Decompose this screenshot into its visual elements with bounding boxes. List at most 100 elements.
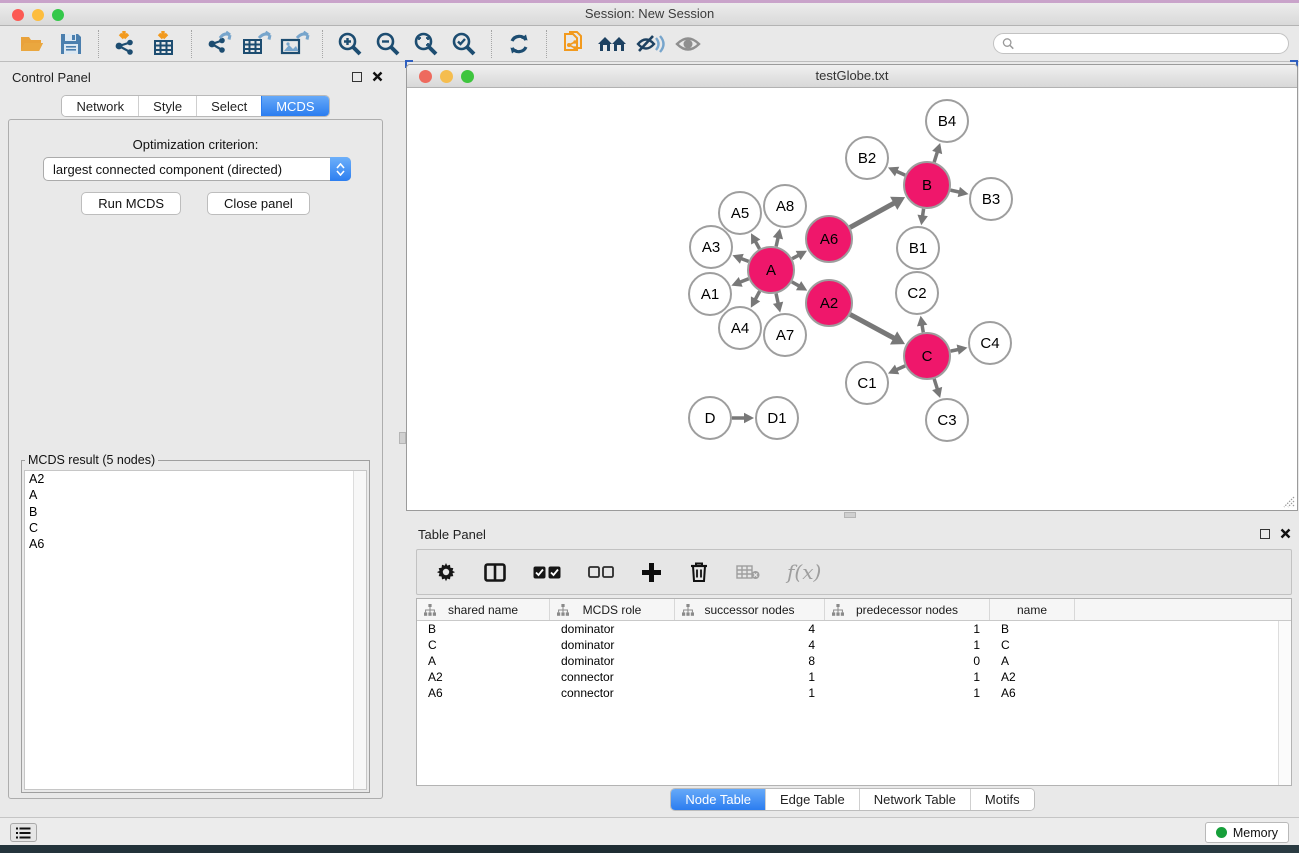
- close-panel-icon[interactable]: [1280, 528, 1291, 539]
- save-icon[interactable]: [52, 29, 90, 59]
- memory-button[interactable]: Memory: [1205, 822, 1289, 843]
- float-panel-icon[interactable]: [352, 72, 362, 82]
- run-mcds-button[interactable]: Run MCDS: [81, 192, 181, 215]
- split-columns-icon[interactable]: [484, 558, 506, 586]
- export-table-icon[interactable]: [238, 29, 276, 59]
- graph-node-D[interactable]: D: [689, 397, 731, 439]
- table-row[interactable]: Cdominator41C: [417, 637, 1291, 653]
- edge-A6-B[interactable]: [850, 202, 895, 227]
- network-view-window[interactable]: testGlobe.txt B4 B2 B B3 A8 A5 A6 A3 B1 A A1 C2 A2 A4…: [406, 64, 1298, 511]
- tab-node-table[interactable]: Node Table: [671, 789, 765, 810]
- mcds-result-item[interactable]: B: [25, 504, 366, 520]
- zoom-selected-icon[interactable]: [445, 29, 483, 59]
- network-window-titlebar[interactable]: testGlobe.txt: [407, 65, 1297, 88]
- graph-node-B2[interactable]: B2: [846, 137, 888, 179]
- mcds-result-item[interactable]: A2: [25, 471, 366, 487]
- node-label: D1: [767, 410, 786, 427]
- export-network-icon[interactable]: [200, 29, 238, 59]
- refresh-icon[interactable]: [500, 29, 538, 59]
- table-row[interactable]: A6connector11A6: [417, 685, 1291, 701]
- function-builder-icon[interactable]: f(x): [787, 558, 821, 586]
- tab-edge-table[interactable]: Edge Table: [765, 789, 859, 810]
- optimization-criterion-value: largest connected component (directed): [44, 162, 330, 177]
- tab-network-table[interactable]: Network Table: [859, 789, 970, 810]
- horizontal-splitter-grip[interactable]: [844, 512, 856, 518]
- deselect-all-icon[interactable]: [588, 558, 614, 586]
- table-row[interactable]: Adominator80A: [417, 653, 1291, 669]
- window-resize-grip[interactable]: [1282, 495, 1295, 508]
- mcds-result-item[interactable]: A6: [25, 536, 366, 552]
- graph-node-B3[interactable]: B3: [970, 178, 1012, 220]
- column-header-shared-name[interactable]: shared name: [417, 599, 550, 620]
- import-table-icon[interactable]: [145, 29, 183, 59]
- tab-network[interactable]: Network: [62, 96, 138, 116]
- settings-gear-icon[interactable]: [435, 558, 457, 586]
- graph-node-C1[interactable]: C1: [846, 362, 888, 404]
- search-input[interactable]: [1019, 37, 1280, 51]
- graph-node-A2[interactable]: A2: [806, 280, 852, 326]
- column-header-MCDS-role[interactable]: MCDS role: [550, 599, 675, 620]
- table-body[interactable]: Bdominator41BCdominator41CAdominator80AA…: [417, 621, 1291, 701]
- mcds-result-item[interactable]: C: [25, 520, 366, 536]
- import-network-icon[interactable]: [107, 29, 145, 59]
- node-table[interactable]: shared nameMCDS rolesuccessor nodesprede…: [416, 598, 1292, 786]
- search-field[interactable]: [993, 33, 1289, 54]
- show-graphics-details-icon[interactable]: [669, 29, 707, 59]
- graph-node-C3[interactable]: C3: [926, 399, 968, 441]
- delete-column-icon[interactable]: [689, 558, 709, 586]
- close-panel-button[interactable]: Close panel: [207, 192, 310, 215]
- task-history-button[interactable]: [10, 823, 37, 842]
- network-graph[interactable]: B4 B2 B B3 A8 A5 A6 A3 B1 A A1 C2 A2 A4A7 C4 C C1 C3 D D1: [407, 89, 1297, 510]
- column-header-successor-nodes[interactable]: successor nodes: [675, 599, 825, 620]
- graph-node-A1[interactable]: A1: [689, 273, 731, 315]
- graph-node-A5[interactable]: A5: [719, 192, 761, 234]
- edge-A2-C[interactable]: [850, 314, 895, 338]
- zoom-fit-icon[interactable]: [407, 29, 445, 59]
- float-panel-icon[interactable]: [1260, 529, 1270, 539]
- graph-node-C2[interactable]: C2: [896, 272, 938, 314]
- select-all-icon[interactable]: [533, 558, 561, 586]
- graph-node-A[interactable]: A: [748, 247, 794, 293]
- graph-node-C4[interactable]: C4: [969, 322, 1011, 364]
- mcds-result-item[interactable]: A: [25, 487, 366, 503]
- table-row[interactable]: Bdominator41B: [417, 621, 1291, 637]
- tab-style[interactable]: Style: [138, 96, 196, 116]
- node-label: B1: [909, 240, 927, 257]
- tab-motifs[interactable]: Motifs: [970, 789, 1034, 810]
- copy-network-icon[interactable]: [555, 29, 593, 59]
- graph-node-B4[interactable]: B4: [926, 100, 968, 142]
- graph-node-A8[interactable]: A8: [764, 185, 806, 227]
- add-column-icon[interactable]: [641, 558, 662, 586]
- mcds-result-list[interactable]: A2ABCA6: [24, 470, 367, 790]
- graph-node-A4[interactable]: A4: [719, 307, 761, 349]
- two-houses-icon[interactable]: [593, 29, 631, 59]
- network-canvas[interactable]: B4 B2 B B3 A8 A5 A6 A3 B1 A A1 C2 A2 A4A7 C4 C C1 C3 D D1: [407, 89, 1297, 510]
- table-row[interactable]: A2connector11A2: [417, 669, 1291, 685]
- graph-node-A3[interactable]: A3: [690, 226, 732, 268]
- graph-node-A7[interactable]: A7: [764, 314, 806, 356]
- zoom-in-icon[interactable]: [331, 29, 369, 59]
- node-label: A5: [731, 205, 749, 222]
- node-label: A: [766, 262, 776, 279]
- tab-select[interactable]: Select: [196, 96, 261, 116]
- attribute-tree-icon: [682, 604, 694, 616]
- graph-node-C[interactable]: C: [904, 333, 950, 379]
- result-list-scrollbar[interactable]: [353, 471, 366, 789]
- column-header-name[interactable]: name: [990, 599, 1075, 620]
- zoom-out-icon[interactable]: [369, 29, 407, 59]
- table-cell: dominator: [550, 638, 675, 652]
- delete-table-icon[interactable]: [736, 558, 760, 586]
- optimization-criterion-select[interactable]: largest connected component (directed): [43, 157, 351, 181]
- tab-mcds[interactable]: MCDS: [261, 96, 328, 116]
- vertical-splitter-grip[interactable]: [399, 432, 406, 444]
- graph-node-B[interactable]: B: [904, 162, 950, 208]
- hide-graphics-details-icon[interactable]: [631, 29, 669, 59]
- table-scrollbar[interactable]: [1278, 621, 1291, 785]
- export-image-icon[interactable]: [276, 29, 314, 59]
- graph-node-B1[interactable]: B1: [897, 227, 939, 269]
- close-panel-icon[interactable]: [372, 71, 383, 82]
- graph-node-D1[interactable]: D1: [756, 397, 798, 439]
- open-folder-icon[interactable]: [14, 29, 52, 59]
- column-header-predecessor-nodes[interactable]: predecessor nodes: [825, 599, 990, 620]
- graph-node-A6[interactable]: A6: [806, 216, 852, 262]
